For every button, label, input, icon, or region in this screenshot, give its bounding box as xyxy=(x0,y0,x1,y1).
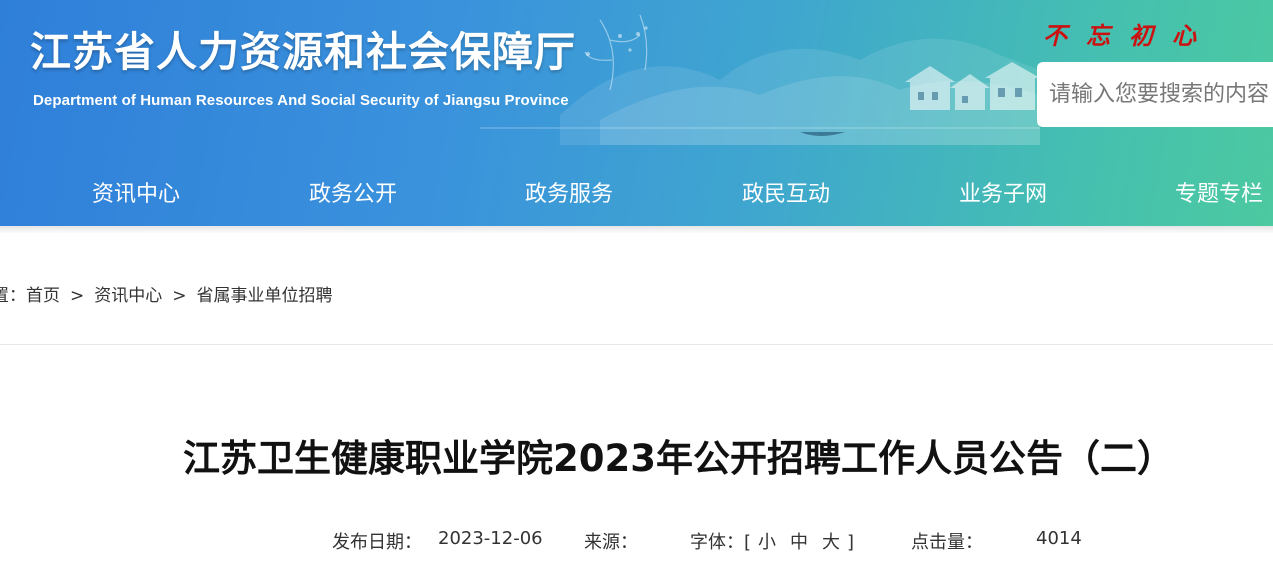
breadcrumb-home[interactable]: 首页 xyxy=(26,286,60,306)
font-large-button[interactable]: 大 xyxy=(822,532,840,553)
font-medium-button[interactable]: 中 xyxy=(790,532,808,553)
nav-item-gov-affairs[interactable]: 政务公开 xyxy=(309,176,397,208)
breadcrumb-separator: > xyxy=(172,286,187,306)
nav-item-business-sites[interactable]: 业务子网 xyxy=(959,176,1047,208)
font-small-button[interactable]: 小 xyxy=(758,532,776,553)
nav-item-news[interactable]: 资讯中心 xyxy=(92,176,180,208)
breadcrumb-recruitment[interactable]: 省属事业单位招聘 xyxy=(197,286,333,306)
article-title: 江苏卫生健康职业学院2023年公开招聘工作人员公告（二） xyxy=(183,437,1174,480)
hits-value: 4014 xyxy=(1036,528,1082,549)
header-banner: 江苏省人力资源和社会保障厅 Department of Human Resour… xyxy=(0,0,1273,226)
search-box xyxy=(1037,62,1273,127)
hits-label: 点击量： xyxy=(911,532,983,553)
breadcrumb-separator: > xyxy=(70,286,85,306)
source-label: 来源： xyxy=(584,532,638,553)
search-input[interactable] xyxy=(1049,76,1273,112)
nav-item-gov-services[interactable]: 政务服务 xyxy=(525,176,613,208)
font-bracket-open: [ xyxy=(744,532,752,553)
slogan: 不忘初心 xyxy=(1043,21,1215,50)
breadcrumb-prefix: 置： xyxy=(0,286,26,306)
breadcrumb: 置：首页 > 资讯中心 > 省属事业单位招聘 xyxy=(0,281,333,306)
site-subtitle: Department of Human Resources And Social… xyxy=(33,92,569,109)
font-size-control: 字体：[ 小中大] xyxy=(690,528,854,554)
breadcrumb-news[interactable]: 资讯中心 xyxy=(94,286,162,306)
site-title: 江苏省人力资源和社会保障厅 xyxy=(30,28,576,76)
publish-date-value: 2023-12-06 xyxy=(438,528,543,549)
nav-shadow xyxy=(0,226,1273,234)
content-divider xyxy=(0,344,1273,345)
font-bracket-close: ] xyxy=(847,532,855,553)
main-nav: 资讯中心 政务公开 政务服务 政民互动 业务子网 专题专栏 xyxy=(0,160,1273,222)
nav-item-topics[interactable]: 专题专栏 xyxy=(1175,176,1263,208)
nav-item-interaction[interactable]: 政民互动 xyxy=(742,176,830,208)
font-size-label: 字体： xyxy=(690,532,744,553)
publish-date-label: 发布日期： xyxy=(332,532,422,553)
